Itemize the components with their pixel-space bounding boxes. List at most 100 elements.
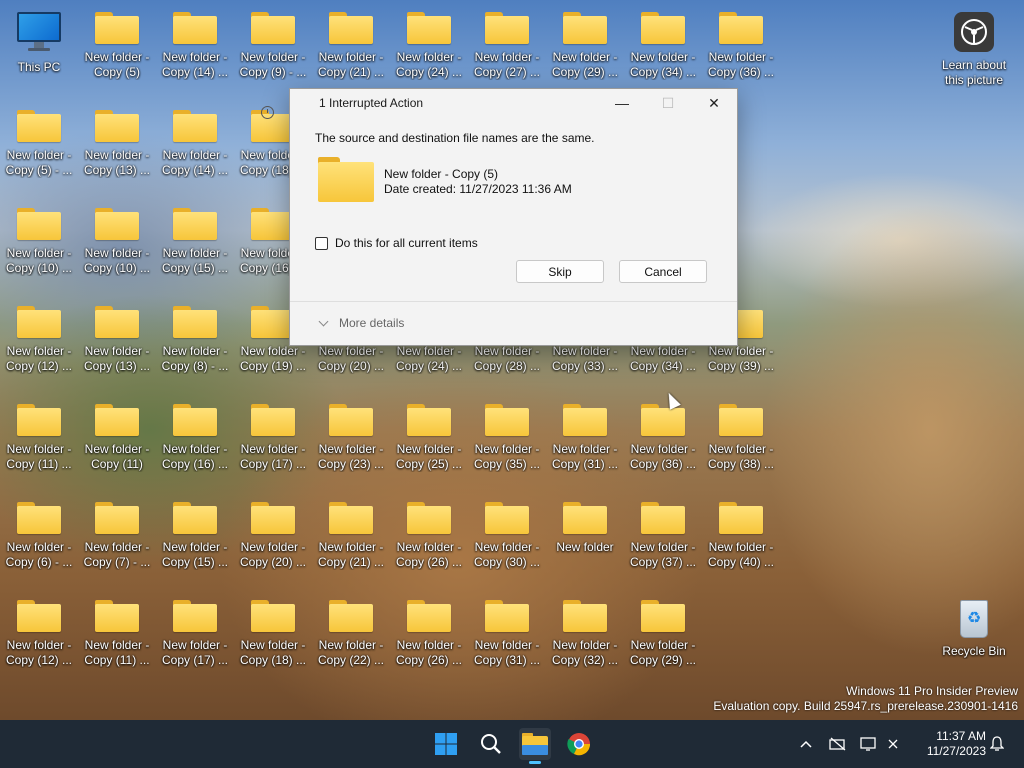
desktop-folder[interactable]: New folder - Copy (13) ... — [79, 98, 155, 178]
desktop-folder[interactable]: New folder - Copy (27) ... — [469, 0, 545, 80]
more-details-toggle[interactable]: More details — [318, 316, 404, 330]
cancel-button[interactable]: Cancel — [619, 260, 707, 283]
folder-label: New folder - Copy (29) ... — [551, 50, 619, 79]
skip-button[interactable]: Skip — [516, 260, 604, 283]
desktop-folder[interactable]: New folder - Copy (40) ... — [703, 490, 779, 570]
desktop-folder[interactable]: New folder - Copy (5) - ... — [1, 98, 77, 178]
desktop-folder[interactable]: New folder - Copy (6) - ... — [1, 490, 77, 570]
desktop-folder[interactable]: New folder - Copy (10) ... — [79, 196, 155, 276]
folder-icon — [485, 502, 529, 534]
desktop-folder[interactable]: New folder - Copy (22) ... — [313, 588, 389, 668]
this-pc-shortcut[interactable]: This PC — [1, 10, 77, 75]
desktop-folder[interactable]: New folder - Copy (13) ... — [79, 294, 155, 374]
windows-start-icon[interactable] — [430, 728, 462, 760]
desktop-folder[interactable]: New folder - Copy (16) ... — [157, 392, 233, 472]
desktop-folder[interactable]: New folder - Copy (18) ... — [235, 588, 311, 668]
display-sound-icon[interactable] — [858, 720, 880, 768]
folder-label: New folder - Copy (34) ... — [629, 50, 697, 79]
folder-icon — [95, 306, 139, 338]
mute-icon[interactable] — [885, 720, 901, 768]
desktop-folder[interactable]: New folder - Copy (38) ... — [703, 392, 779, 472]
learn-about-picture-label: Learn about this picture — [941, 58, 1007, 87]
desktop-folder[interactable]: New folder - Copy (11) ... — [79, 588, 155, 668]
network-off-icon[interactable] — [827, 720, 849, 768]
desktop-folder[interactable]: New folder - Copy (36) ... — [703, 0, 779, 80]
folder-label: New folder - Copy (37) ... — [629, 540, 697, 569]
desktop-folder[interactable]: New folder - Copy (31) ... — [469, 588, 545, 668]
folder-label: New folder - Copy (23) ... — [317, 442, 385, 471]
folder-label: New folder - Copy (33) ... — [551, 344, 619, 373]
desktop-folder[interactable]: New folder - Copy (36) ... — [625, 392, 701, 472]
desktop-folder[interactable]: New folder - Copy (20) ... — [235, 490, 311, 570]
desktop-folder[interactable]: New folder - Copy (17) ... — [157, 588, 233, 668]
chevron-down-icon — [318, 316, 329, 326]
desktop-folder[interactable]: New folder - Copy (25) ... — [391, 392, 467, 472]
desktop-folder[interactable]: New folder - Copy (11) ... — [1, 392, 77, 472]
folder-label: New folder - Copy (17) ... — [239, 442, 307, 471]
taskbar-clock[interactable]: 11:37 AM 11/27/2023 — [927, 729, 986, 759]
folder-label: New folder - Copy (32) ... — [551, 638, 619, 667]
desktop-folder[interactable]: New folder - Copy (30) ... — [469, 490, 545, 570]
camera-icon — [954, 12, 994, 52]
dialog-titlebar[interactable]: 1 Interrupted Action — ☐ ✕ — [261, 89, 737, 119]
desktop-folder[interactable]: New folder - Copy (11) — [79, 392, 155, 472]
desktop-folder[interactable]: New folder - Copy (7) - ... — [79, 490, 155, 570]
folder-icon — [719, 12, 763, 44]
more-details-label[interactable]: More details — [339, 316, 404, 330]
folder-icon — [641, 12, 685, 44]
desktop-folder[interactable]: New folder - Copy (14) ... — [157, 0, 233, 80]
desktop-folder[interactable]: New folder - Copy (9) - ... — [235, 0, 311, 80]
desktop-folder[interactable]: New folder - Copy (15) ... — [157, 490, 233, 570]
folder-label: New folder - Copy (25) ... — [395, 442, 463, 471]
folder-icon — [173, 208, 217, 240]
desktop-folder[interactable]: New folder - Copy (21) ... — [313, 490, 389, 570]
desktop-folder[interactable]: New folder - Copy (17) ... — [235, 392, 311, 472]
chrome-icon[interactable] — [563, 728, 595, 760]
desktop-folder[interactable]: New folder - Copy (12) ... — [1, 588, 77, 668]
folder-label: New folder - Copy (28) ... — [473, 344, 541, 373]
checkbox-box[interactable] — [315, 236, 328, 250]
desktop-folder[interactable]: New folder - Copy (10) ... — [1, 196, 77, 276]
desktop-folder[interactable]: New folder - Copy (8) - ... — [157, 294, 233, 374]
clock-date[interactable]: 11/27/2023 — [927, 744, 986, 759]
desktop-folder[interactable]: New folder - Copy (14) ... — [157, 98, 233, 178]
recycle-bin-shortcut[interactable]: ♻ Recycle Bin — [936, 596, 1012, 659]
folder-icon — [329, 12, 373, 44]
learn-about-picture-shortcut[interactable]: Learn about this picture — [936, 2, 1012, 88]
desktop-folder[interactable]: New folder - Copy (26) ... — [391, 490, 467, 570]
folder-icon — [329, 404, 373, 436]
desktop-folder[interactable]: New folder - Copy (29) ... — [547, 0, 623, 80]
desktop-folder[interactable]: New folder - Copy (29) ... — [625, 588, 701, 668]
minimize-button[interactable]: — — [599, 89, 645, 117]
close-button[interactable]: ✕ — [691, 89, 737, 117]
desktop-folder[interactable]: New folder - Copy (37) ... — [625, 490, 701, 570]
apply-to-all-checkbox[interactable]: Do this for all current items — [315, 236, 478, 250]
search-icon[interactable] — [475, 728, 507, 760]
chevron-up-icon[interactable] — [795, 720, 817, 768]
file-explorer-icon[interactable] — [519, 728, 551, 764]
folder-label: New folder - Copy (6) - ... — [5, 540, 73, 569]
notification-bell-icon[interactable] — [986, 720, 1008, 768]
desktop-folder[interactable]: New folder - Copy (5) — [79, 0, 155, 80]
desktop-folder[interactable]: New folder - Copy (12) ... — [1, 294, 77, 374]
clock-time[interactable]: 11:37 AM — [927, 729, 986, 744]
folder-icon — [17, 110, 61, 142]
desktop-folder[interactable]: New folder - Copy (23) ... — [313, 392, 389, 472]
desktop-folder[interactable]: New folder - Copy (31) ... — [547, 392, 623, 472]
desktop-folder[interactable]: New folder - Copy (35) ... — [469, 392, 545, 472]
desktop-folder[interactable]: New folder - Copy (32) ... — [547, 588, 623, 668]
desktop-folder[interactable]: New folder - Copy (24) ... — [391, 0, 467, 80]
folder-icon — [95, 600, 139, 632]
checkbox-label[interactable]: Do this for all current items — [335, 236, 478, 250]
desktop-folder[interactable]: New folder - Copy (26) ... — [391, 588, 467, 668]
folder-label: New folder - Copy (39) ... — [707, 344, 775, 373]
desktop-folder[interactable]: New folder — [547, 490, 623, 555]
folder-label: New folder - Copy (5) — [84, 50, 150, 79]
desktop-folder[interactable]: New folder - Copy (21) ... — [313, 0, 389, 80]
folder-label: New folder - Copy (20) ... — [317, 344, 385, 373]
folder-label: New folder - Copy (5) - ... — [5, 148, 73, 177]
folder-icon — [95, 12, 139, 44]
desktop-folder[interactable]: New folder - Copy (15) ... — [157, 196, 233, 276]
desktop-folder[interactable]: New folder - Copy (34) ... — [625, 0, 701, 80]
folder-label: New folder - Copy (10) ... — [5, 246, 73, 275]
